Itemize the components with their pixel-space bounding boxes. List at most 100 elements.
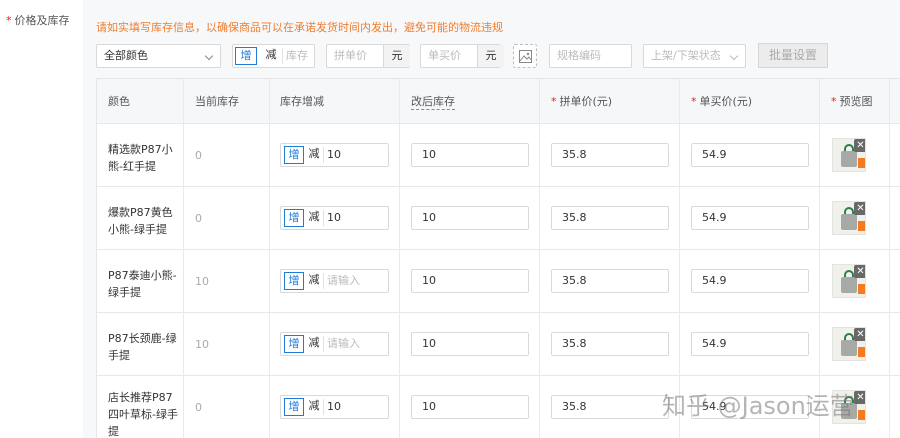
- status-select[interactable]: 上架/下架状态: [643, 44, 746, 68]
- bag-image: [841, 214, 857, 230]
- table-row: P87长颈鹿-绿手提 10 增减请输入 10 35.8 54.9 ✕: [97, 313, 900, 376]
- header-preview-label: 预览图: [839, 95, 873, 108]
- single-price-placeholder: 单买价: [428, 49, 461, 62]
- bag-image: [841, 277, 857, 293]
- stock-reduce-button[interactable]: 减: [306, 335, 322, 353]
- stock-change-input[interactable]: 10: [327, 144, 341, 166]
- stock-add-button[interactable]: 增: [284, 209, 304, 227]
- current-stock-value: 0: [195, 401, 202, 414]
- stock-change-input[interactable]: 10: [327, 207, 341, 229]
- stock-change-stepper: 增减请输入: [280, 332, 389, 356]
- divider: [323, 399, 324, 415]
- sku-color-name: P87泰迪小熊-绿手提: [108, 269, 177, 299]
- after-stock-input[interactable]: 10: [411, 332, 529, 356]
- stock-change-input[interactable]: 请输入: [327, 270, 360, 292]
- header-after-stock: 改后库存: [411, 79, 455, 124]
- color-filter-select[interactable]: 全部颜色: [96, 44, 221, 68]
- single-price-input[interactable]: 54.9: [691, 206, 809, 230]
- close-icon[interactable]: ✕: [854, 202, 865, 215]
- pin-price-input[interactable]: 35.8: [551, 269, 669, 293]
- header-color: 颜色: [108, 95, 130, 108]
- image-icon: [519, 50, 532, 63]
- pin-price-placeholder: 拼单价: [334, 49, 367, 62]
- image-upload-icon[interactable]: [513, 44, 537, 68]
- tag-image: [858, 158, 865, 168]
- stock-add-button[interactable]: 增: [284, 272, 304, 290]
- after-stock-input[interactable]: 10: [411, 395, 529, 419]
- stock-change-input[interactable]: 请输入: [327, 333, 360, 355]
- stock-notice: 请如实填写库存信息，以确保商品可以在承诺发货时间内发出，避免可能的物流违规: [96, 21, 503, 34]
- after-stock-input[interactable]: 10: [411, 143, 529, 167]
- divider: [323, 147, 324, 163]
- tag-image: [858, 410, 865, 420]
- header-single-price-label: 单买价(元): [699, 95, 753, 108]
- single-price-batch-field[interactable]: 单买价 元: [420, 44, 504, 68]
- table-row: 爆款P87黄色小熊-绿手提 0 增减 10 10 35.8 54.9 ✕: [97, 187, 900, 250]
- preview-thumbnail[interactable]: ✕: [832, 264, 866, 298]
- table-row: P87泰迪小熊-绿手提 10 增减请输入 10 35.8 54.9 ✕: [97, 250, 900, 313]
- stock-reduce-button[interactable]: 减: [306, 209, 322, 227]
- stock-reduce-button[interactable]: 减: [306, 272, 322, 290]
- sku-color-name: 店长推荐P87四叶草标-绿手提: [108, 391, 178, 438]
- divider: [282, 48, 283, 64]
- pin-price-input[interactable]: 35.8: [551, 332, 669, 356]
- stock-change-stepper: 增减 10: [280, 395, 389, 419]
- header-pin-price-label: 拼单价(元): [559, 95, 613, 108]
- tag-image: [858, 347, 865, 357]
- stock-batch-toggle: 增 减 库存: [232, 44, 315, 68]
- current-stock-value: 0: [195, 149, 202, 162]
- header-single-price: * 单买价(元): [691, 79, 752, 124]
- preview-thumbnail[interactable]: ✕: [832, 327, 866, 361]
- single-price-input[interactable]: 54.9: [691, 143, 809, 167]
- after-stock-input[interactable]: 10: [411, 206, 529, 230]
- stock-add-button[interactable]: 增: [235, 47, 257, 65]
- pin-price-input[interactable]: 35.8: [551, 395, 669, 419]
- after-stock-input[interactable]: 10: [411, 269, 529, 293]
- section-label: * 价格及库存: [6, 12, 70, 28]
- sku-code-placeholder: 规格编码: [557, 49, 601, 62]
- close-icon[interactable]: ✕: [854, 391, 865, 404]
- sku-color-name: 爆款P87黄色小熊-绿手提: [108, 206, 173, 236]
- header-pin-price: * 拼单价(元): [551, 79, 612, 124]
- single-price-input[interactable]: 54.9: [691, 269, 809, 293]
- stock-change-stepper: 增减请输入: [280, 269, 389, 293]
- preview-thumbnail[interactable]: ✕: [832, 138, 866, 172]
- stock-batch-input[interactable]: 库存: [286, 47, 308, 65]
- tag-image: [858, 221, 865, 231]
- current-stock-value: 0: [195, 212, 202, 225]
- stock-change-stepper: 增减 10: [280, 206, 389, 230]
- chevron-down-icon: [729, 51, 739, 61]
- close-icon[interactable]: ✕: [854, 265, 865, 278]
- preview-thumbnail[interactable]: ✕: [832, 201, 866, 235]
- table-header: 颜色 当前库存 库存增减 改后库存 * 拼单价(元) * 单买价(元) * 预览图: [97, 79, 900, 124]
- batch-set-button[interactable]: 批量设置: [758, 43, 828, 68]
- bag-image: [841, 151, 857, 167]
- pin-price-batch-field[interactable]: 拼单价 元: [326, 44, 410, 68]
- status-placeholder: 上架/下架状态: [651, 49, 721, 62]
- stock-add-button[interactable]: 增: [284, 398, 304, 416]
- pin-price-input[interactable]: 35.8: [551, 143, 669, 167]
- sku-color-name: 精选款P87小熊-红手提: [108, 143, 173, 173]
- divider: [323, 336, 324, 352]
- header-stock-change: 库存增减: [280, 95, 324, 108]
- stock-reduce-button[interactable]: 减: [306, 398, 322, 416]
- divider: [323, 210, 324, 226]
- stock-add-button[interactable]: 增: [284, 335, 304, 353]
- sku-code-input[interactable]: 规格编码: [549, 44, 632, 68]
- divider: [323, 273, 324, 289]
- stock-reduce-button[interactable]: 减: [261, 47, 281, 65]
- required-mark: *: [551, 95, 557, 108]
- header-after-stock-label: 改后库存: [411, 95, 455, 110]
- pin-price-input[interactable]: 35.8: [551, 206, 669, 230]
- single-price-input[interactable]: 54.9: [691, 332, 809, 356]
- stock-change-input[interactable]: 10: [327, 396, 341, 418]
- tag-image: [858, 284, 865, 294]
- close-icon[interactable]: ✕: [854, 139, 865, 152]
- stock-add-button[interactable]: 增: [284, 146, 304, 164]
- required-mark: *: [831, 95, 837, 108]
- close-icon[interactable]: ✕: [854, 328, 865, 341]
- sku-color-name: P87长颈鹿-绿手提: [108, 332, 177, 362]
- stock-change-stepper: 增减 10: [280, 143, 389, 167]
- stock-reduce-button[interactable]: 减: [306, 146, 322, 164]
- required-mark: *: [6, 14, 12, 27]
